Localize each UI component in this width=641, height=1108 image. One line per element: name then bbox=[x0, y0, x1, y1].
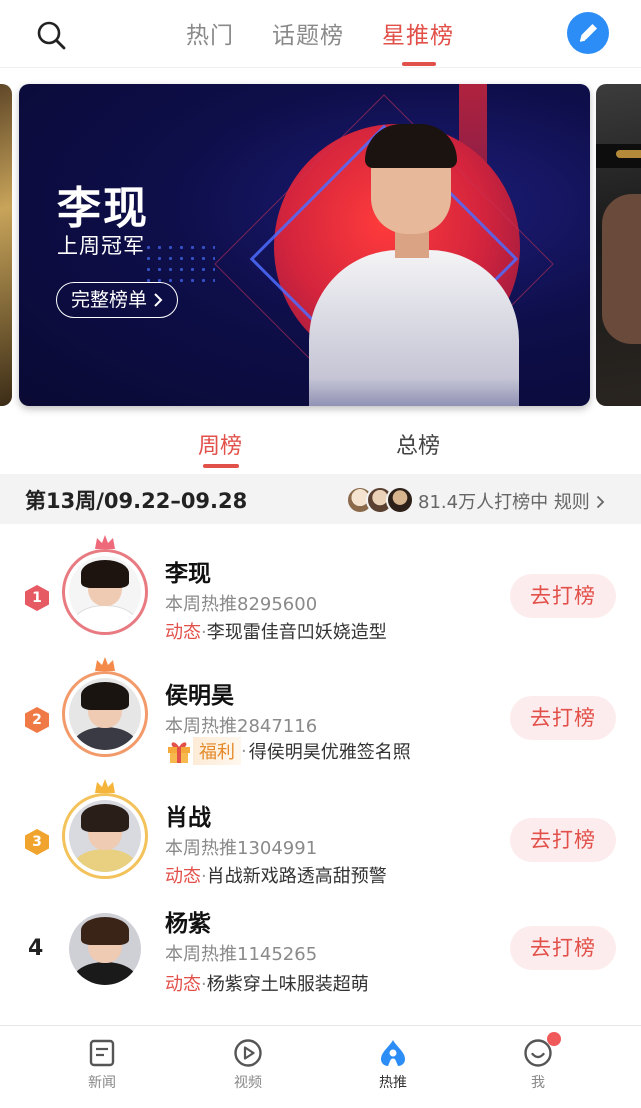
week-info-bar: 第13周/09.22–09.28 81.4万人打榜中 规则 bbox=[0, 474, 641, 524]
tab-topics[interactable]: 话题榜 bbox=[272, 16, 344, 50]
tab-hot[interactable]: 热门 bbox=[186, 16, 234, 50]
list-item[interactable]: 4 杨紫 本周热推1145265 动态·杨紫穿土味服装超萌 去打榜 bbox=[0, 890, 641, 1010]
rank-badge: 2 bbox=[25, 707, 49, 733]
news-text: 肖战新戏路透高甜预警 bbox=[206, 866, 387, 887]
avatar[interactable] bbox=[62, 671, 148, 757]
vote-button[interactable]: 去打榜 bbox=[510, 818, 616, 862]
avatar[interactable] bbox=[62, 549, 148, 635]
star-name[interactable]: 杨紫 bbox=[165, 904, 211, 938]
weekly-heat: 本周热推1304991 bbox=[165, 838, 318, 859]
gift-icon bbox=[168, 742, 190, 763]
pencil-icon bbox=[579, 24, 597, 42]
news-icon bbox=[89, 1039, 115, 1067]
news-line[interactable]: 动态·杨紫穿土味服装超萌 bbox=[165, 970, 369, 996]
banner-subtitle: 上周冠军 bbox=[57, 234, 145, 258]
nav-label: 我 bbox=[531, 1075, 545, 1091]
tab-weekly[interactable]: 周榜 bbox=[198, 428, 242, 460]
list-item[interactable]: 1 李现 本周热推8295600 动态·李现雷佳音凹妖娆造型 去打榜 bbox=[0, 524, 641, 644]
benefit-tag: 福利 bbox=[193, 737, 241, 765]
vote-button[interactable]: 去打榜 bbox=[510, 926, 616, 970]
weekly-heat: 本周热推2847116 bbox=[165, 716, 318, 737]
list-item[interactable]: 2 侯明昊 本周热推2847116 福利 · 得侯明昊优雅签名照 去打榜 bbox=[0, 646, 641, 766]
next-banner-card[interactable] bbox=[596, 84, 641, 406]
chevron-right-icon bbox=[596, 495, 604, 509]
weekly-heat: 本周热推1145265 bbox=[165, 944, 318, 965]
news-tag: 动态 bbox=[165, 622, 201, 643]
vote-button[interactable]: 去打榜 bbox=[510, 574, 616, 618]
full-list-label: 完整榜单 bbox=[71, 288, 148, 311]
nav-label: 视频 bbox=[234, 1075, 262, 1091]
news-line[interactable]: 动态·李现雷佳音凹妖娆造型 bbox=[165, 618, 387, 644]
avatar[interactable] bbox=[66, 910, 144, 988]
nav-label: 热推 bbox=[379, 1075, 407, 1091]
hot-icon bbox=[381, 1040, 405, 1066]
rank-badge: 1 bbox=[25, 585, 49, 611]
full-list-button[interactable]: 完整榜单 bbox=[56, 282, 179, 318]
avatar[interactable] bbox=[62, 793, 148, 879]
banner-title: 李现 bbox=[57, 183, 149, 234]
benefit-line[interactable]: 福利 · 得侯明昊优雅签名照 bbox=[165, 736, 411, 766]
news-tag: 动态 bbox=[165, 866, 201, 887]
nav-hot[interactable]: 热推 bbox=[353, 1038, 433, 1092]
news-text: 李现雷佳音凹妖娆造型 bbox=[206, 622, 387, 643]
champion-photo bbox=[309, 124, 519, 406]
star-name[interactable]: 侯明昊 bbox=[165, 676, 234, 710]
bottom-nav: 新闻 视频 热推 我 bbox=[0, 1025, 641, 1108]
voter-avatars bbox=[346, 486, 416, 514]
previous-banner-card[interactable] bbox=[0, 84, 12, 406]
news-text: 杨紫穿土味服装超萌 bbox=[206, 974, 369, 995]
decorative-dots bbox=[143, 242, 215, 282]
star-name[interactable]: 肖战 bbox=[165, 798, 211, 832]
top-tabs: 热门 话题榜 星推榜 bbox=[0, 0, 641, 68]
subtab-indicator bbox=[203, 464, 239, 468]
nav-video[interactable]: 视频 bbox=[208, 1038, 288, 1092]
rules-link[interactable]: 81.4万人打榜中 规则 bbox=[418, 488, 605, 514]
ranking-period-tabs: 周榜 总榜 bbox=[0, 412, 641, 474]
active-tab-indicator bbox=[402, 62, 436, 66]
banner-carousel[interactable]: 李现 上周冠军 完整榜单 bbox=[0, 84, 641, 408]
news-tag: 动态 bbox=[165, 974, 201, 995]
week-label: 第13周/09.22–09.28 bbox=[25, 489, 248, 513]
crown-icon bbox=[95, 779, 115, 793]
tab-overall[interactable]: 总榜 bbox=[396, 428, 440, 460]
chevron-right-icon bbox=[154, 293, 163, 307]
edit-button[interactable] bbox=[567, 12, 609, 54]
nav-news[interactable]: 新闻 bbox=[62, 1038, 142, 1092]
list-item[interactable]: 3 肖战 本周热推1304991 动态·肖战新戏路透高甜预警 去打榜 bbox=[0, 768, 641, 888]
top-bar: 热门 话题榜 星推榜 bbox=[0, 0, 641, 68]
crown-icon bbox=[95, 657, 115, 671]
crown-icon bbox=[95, 535, 115, 549]
vote-button[interactable]: 去打榜 bbox=[510, 696, 616, 740]
voters-count: 81.4万人打榜中 bbox=[418, 492, 549, 513]
tab-star-ranking[interactable]: 星推榜 bbox=[382, 16, 454, 50]
weekly-heat: 本周热推8295600 bbox=[165, 594, 318, 615]
nav-label: 新闻 bbox=[88, 1075, 116, 1091]
nav-me[interactable]: 我 bbox=[498, 1038, 578, 1092]
avatar bbox=[386, 486, 414, 514]
champion-banner[interactable]: 李现 上周冠军 完整榜单 bbox=[19, 84, 590, 406]
rank-badge: 3 bbox=[25, 829, 49, 855]
rules-label: 规则 bbox=[553, 492, 590, 513]
benefit-text: 得侯明昊优雅签名照 bbox=[248, 742, 411, 763]
notification-badge bbox=[547, 1032, 561, 1046]
rank-number: 4 bbox=[28, 936, 44, 961]
news-line[interactable]: 动态·肖战新戏路透高甜预警 bbox=[165, 862, 387, 888]
play-icon bbox=[234, 1039, 262, 1067]
star-name[interactable]: 李现 bbox=[165, 554, 211, 588]
